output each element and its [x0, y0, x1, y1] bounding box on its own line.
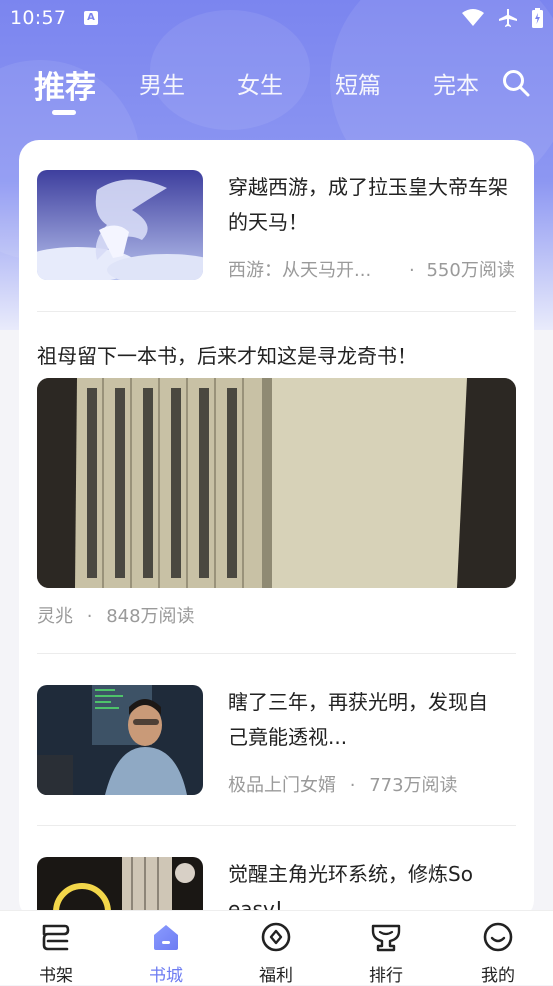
- feed-item-title: 瞎了三年，再获光明，发现自: [228, 690, 488, 714]
- tab-recommend[interactable]: 推荐: [34, 62, 96, 107]
- nav-welfare[interactable]: 福利: [236, 911, 316, 986]
- separator-dot: ·: [349, 775, 356, 796]
- feed-item-title: 穿越西游，成了拉玉皇大帝车架的天马！: [228, 175, 508, 234]
- tab-completed[interactable]: 完本: [433, 66, 479, 100]
- divider: [37, 653, 516, 654]
- feed-item-source: 极品上门女婿: [228, 775, 336, 796]
- notification-badge-icon: A: [84, 11, 98, 25]
- bookshelf-icon: [42, 924, 70, 951]
- nav-ranking[interactable]: 排行: [346, 911, 426, 986]
- feed-card: 穿越西游，成了拉玉皇大帝车架的天马！ 西游：从天马开... · 550万阅读 祖…: [19, 140, 534, 967]
- airplane-icon: [499, 9, 517, 27]
- nav-label: 书城: [149, 966, 183, 986]
- feed-item-source: 灵兆: [37, 606, 73, 627]
- status-time: 10:57: [10, 7, 67, 29]
- book-cover-image[interactable]: [37, 378, 516, 588]
- search-icon[interactable]: [501, 68, 531, 98]
- feed-item-reads: 773万阅读: [369, 775, 458, 796]
- nav-bookshelf[interactable]: 书架: [16, 911, 96, 986]
- feed-item-reads: 848万阅读: [106, 606, 195, 627]
- feed-item-title: 觉醒主角光环系统，修炼So: [228, 862, 473, 886]
- tab-male[interactable]: 男生: [139, 66, 185, 100]
- nav-profile[interactable]: 我的: [458, 911, 538, 986]
- nav-label: 我的: [481, 966, 515, 986]
- divider: [37, 311, 516, 312]
- trophy-icon: [371, 924, 401, 952]
- feed-item[interactable]: 穿越西游，成了拉玉皇大帝车架的天马！ 西游：从天马开... · 550万阅读: [37, 170, 517, 282]
- battery-icon: [532, 8, 543, 28]
- separator-dot: ·: [86, 606, 93, 627]
- feed-item-title[interactable]: 祖母留下一本书，后来才知这是寻龙奇书！: [37, 340, 417, 369]
- book-cover-image: [37, 685, 203, 795]
- feed-item-reads: 550万阅读: [426, 260, 515, 281]
- wifi-icon: [462, 9, 484, 26]
- bottom-navigation: 书架 书城 福利 排行 我的: [0, 910, 553, 986]
- home-icon: [154, 925, 178, 950]
- book-cover-image: [37, 170, 203, 280]
- feed-item-source: 西游：从天马开...: [228, 260, 372, 281]
- nav-label: 书架: [39, 966, 73, 986]
- feed-item-title: 己竟能透视...: [228, 725, 348, 749]
- smile-icon: [483, 922, 513, 952]
- tab-short[interactable]: 短篇: [335, 66, 381, 100]
- tab-female[interactable]: 女生: [237, 66, 283, 100]
- feed-item[interactable]: 瞎了三年，再获光明，发现自 己竟能透视... 极品上门女婿 · 773万阅读: [37, 685, 517, 797]
- nav-bookstore[interactable]: 书城: [126, 911, 206, 986]
- category-tabs: 推荐 男生 女生 短篇 完本: [0, 60, 553, 120]
- active-tab-indicator: [52, 110, 76, 115]
- separator-dot: ·: [409, 260, 415, 281]
- nav-label: 排行: [369, 966, 403, 986]
- divider: [37, 825, 516, 826]
- nav-label: 福利: [259, 966, 293, 986]
- status-bar: 10:57 A: [0, 0, 553, 38]
- gift-coin-icon: [261, 922, 291, 952]
